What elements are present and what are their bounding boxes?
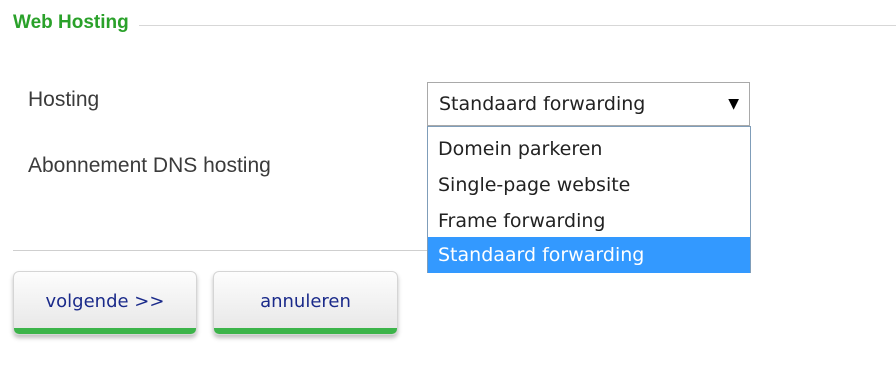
- hosting-dropdown-list: Domein parkeren Single-page website Fram…: [427, 126, 751, 273]
- cancel-button-accent: [214, 328, 397, 334]
- hosting-label: Hosting: [28, 88, 100, 111]
- next-button-label: volgende >>: [45, 291, 165, 312]
- option-standaard-forwarding[interactable]: Standaard forwarding: [428, 237, 750, 273]
- option-domein-parkeren[interactable]: Domein parkeren: [428, 131, 750, 167]
- next-button[interactable]: volgende >>: [13, 271, 197, 335]
- option-single-page-website[interactable]: Single-page website: [428, 167, 750, 203]
- cancel-button-label: annuleren: [260, 291, 351, 312]
- next-button-accent: [14, 328, 196, 334]
- section-title: Web Hosting: [13, 12, 139, 34]
- hosting-select[interactable]: Standaard forwarding ▼: [427, 82, 750, 126]
- cancel-button[interactable]: annuleren: [213, 271, 398, 335]
- option-frame-forwarding[interactable]: Frame forwarding: [428, 203, 750, 239]
- hosting-select-value: Standaard forwarding: [439, 93, 646, 115]
- form-divider: [13, 250, 433, 251]
- section-divider: [13, 25, 896, 26]
- dns-hosting-label: Abonnement DNS hosting: [28, 154, 271, 177]
- dropdown-arrow-icon[interactable]: ▼: [728, 93, 739, 115]
